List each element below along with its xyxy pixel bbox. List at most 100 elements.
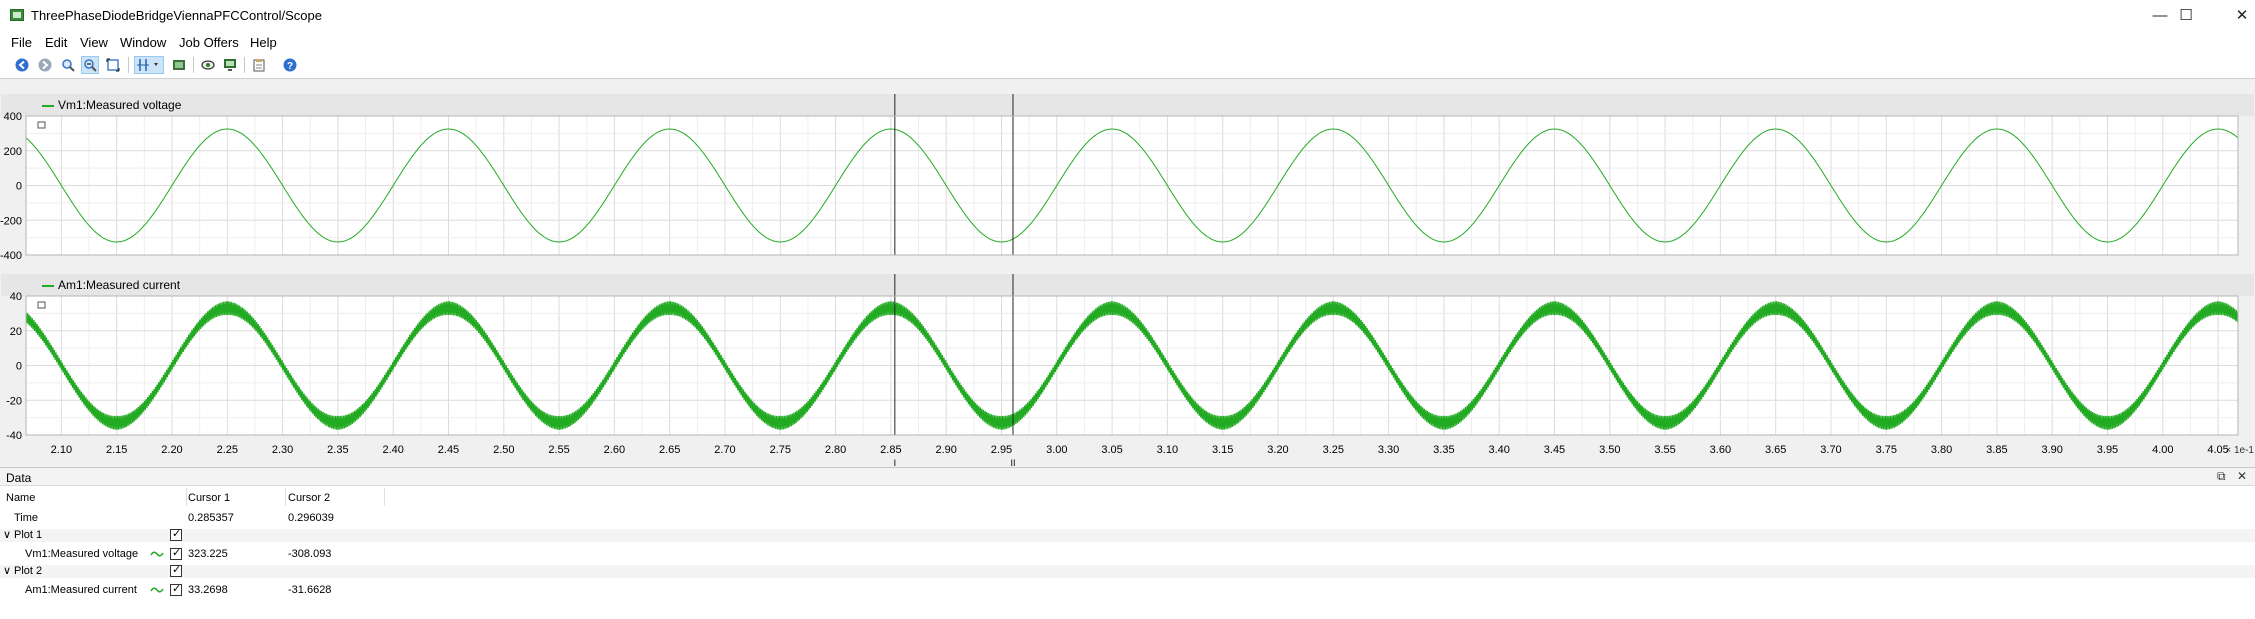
x-tick-label: 3.15 bbox=[1212, 444, 1233, 456]
back-icon[interactable] bbox=[13, 56, 31, 74]
x-tick-label: 3.65 bbox=[1765, 444, 1786, 456]
y-tick-label: 40 bbox=[10, 291, 22, 303]
expand-icon[interactable]: ∨ bbox=[3, 564, 11, 577]
plot2-group-row[interactable] bbox=[0, 565, 2255, 578]
menu-help[interactable]: Help bbox=[250, 35, 277, 50]
close-panel-icon[interactable]: ✕ bbox=[2237, 469, 2247, 483]
x-tick-label: 3.90 bbox=[2041, 444, 2062, 456]
help-icon[interactable]: ? bbox=[281, 56, 299, 74]
x-tick-label: 2.30 bbox=[272, 444, 293, 456]
x-tick-label: 4.00 bbox=[2152, 444, 2173, 456]
scope-window: ThreePhaseDiodeBridgeViennaPFCControl/Sc… bbox=[0, 0, 2255, 619]
x-tick-label: 2.70 bbox=[714, 444, 735, 456]
clipboard-icon[interactable] bbox=[250, 56, 268, 74]
x-tick-label: 3.55 bbox=[1654, 444, 1675, 456]
plot1-signal-checkbox[interactable] bbox=[170, 546, 182, 560]
column-header-name[interactable]: Name bbox=[6, 492, 35, 504]
y-tick-label: 0 bbox=[16, 361, 22, 373]
x-tick-label: 2.15 bbox=[106, 444, 127, 456]
display-icon[interactable] bbox=[221, 56, 239, 74]
plot2-visible-checkbox[interactable] bbox=[170, 563, 182, 577]
plot2-signal-label: Am1:Measured current bbox=[25, 584, 137, 596]
y-tick-label: 400 bbox=[4, 111, 22, 123]
x-tick-label: 2.40 bbox=[382, 444, 403, 456]
window-title: ThreePhaseDiodeBridgeViennaPFCControl/Sc… bbox=[31, 8, 322, 23]
x-tick-label: 3.30 bbox=[1378, 444, 1399, 456]
scope-plots-canvas[interactable]: 4002000-200-40040200-20-402.10 2.15 2.20 2.… bbox=[0, 79, 2255, 468]
menu-window[interactable]: Window bbox=[120, 35, 166, 50]
x-tick-label: 3.50 bbox=[1599, 444, 1620, 456]
plot1-cursor2-value: -308.093 bbox=[288, 548, 332, 560]
dropdown-icon bbox=[154, 63, 158, 66]
x-tick-label: 3.20 bbox=[1267, 444, 1288, 456]
x-tick-label: 3.45 bbox=[1544, 444, 1565, 456]
x-tick-label: 3.05 bbox=[1101, 444, 1122, 456]
y-tick-label: 20 bbox=[10, 326, 22, 338]
x-tick-label: 2.60 bbox=[604, 444, 625, 456]
x-tick-label: 3.00 bbox=[1046, 444, 1067, 456]
y-tick-label: -400 bbox=[0, 250, 22, 262]
toolbar-separator bbox=[193, 57, 194, 73]
y-tick-label: -20 bbox=[6, 395, 22, 407]
x-tick-label: 3.10 bbox=[1157, 444, 1178, 456]
toolbar-separator bbox=[128, 57, 129, 73]
zoom-icon[interactable] bbox=[59, 56, 77, 74]
time-cursor1-value: 0.285357 bbox=[188, 512, 234, 524]
x-tick-label: 3.70 bbox=[1820, 444, 1841, 456]
signal-wave-icon bbox=[150, 551, 164, 557]
x-tick-label: 2.35 bbox=[327, 444, 348, 456]
column-header-cursor2[interactable]: Cursor 2 bbox=[288, 492, 330, 504]
x-tick-label: 2.10 bbox=[51, 444, 72, 456]
plot2-signal-checkbox[interactable] bbox=[170, 582, 182, 596]
cursor-icon[interactable] bbox=[134, 56, 164, 74]
screenshot-icon[interactable] bbox=[170, 56, 188, 74]
menu-job-offers[interactable]: Job Offers bbox=[179, 35, 239, 50]
x-tick-label: 2.75 bbox=[770, 444, 791, 456]
x-tick-label: 3.80 bbox=[1931, 444, 1952, 456]
toolbar-separator bbox=[244, 57, 245, 73]
plot2-cursor2-value: -31.6628 bbox=[288, 584, 332, 596]
x-tick-label: 2.25 bbox=[217, 444, 238, 456]
x-tick-label: 2.55 bbox=[548, 444, 569, 456]
plot1-group-row[interactable] bbox=[0, 529, 2255, 542]
column-divider[interactable] bbox=[186, 488, 187, 506]
y-tick-label: -40 bbox=[6, 430, 22, 442]
expand-icon[interactable]: ∨ bbox=[3, 528, 11, 541]
data-panel-titlebar: Data ⧉ ✕ bbox=[0, 468, 2255, 486]
menu-file[interactable]: File bbox=[11, 35, 32, 50]
menu-edit[interactable]: Edit bbox=[45, 35, 67, 50]
menu-view[interactable]: View bbox=[80, 35, 108, 50]
x-tick-label: 2.45 bbox=[438, 444, 459, 456]
column-divider[interactable] bbox=[384, 488, 385, 506]
data-panel-title: Data bbox=[6, 471, 32, 485]
zoom-fit-icon[interactable] bbox=[104, 56, 122, 74]
time-row-label: Time bbox=[14, 512, 39, 524]
svg-text:?: ? bbox=[287, 61, 293, 72]
x-tick-label: 2.85 bbox=[880, 444, 901, 456]
scope-app-icon bbox=[10, 9, 24, 21]
y-tick-label: 0 bbox=[16, 181, 22, 193]
plot1-visible-checkbox[interactable] bbox=[170, 527, 182, 541]
plot2-cursor1-value: 33.2698 bbox=[188, 584, 228, 596]
close-button[interactable]: ✕ bbox=[2219, 0, 2255, 30]
plot1-cursor1-value: 323.225 bbox=[188, 548, 228, 560]
data-panel: Data ⧉ ✕ Name Cursor 1 Cursor 2 Time 0.2… bbox=[0, 467, 2255, 619]
restore-panel-icon[interactable]: ⧉ bbox=[2217, 469, 2226, 484]
x-tick-label: 2.80 bbox=[825, 444, 846, 456]
visibility-icon[interactable] bbox=[199, 56, 217, 74]
forward-icon[interactable] bbox=[36, 56, 54, 74]
column-header-cursor1[interactable]: Cursor 1 bbox=[188, 492, 230, 504]
x-tick-label: 2.90 bbox=[935, 444, 956, 456]
x-tick-label: 3.75 bbox=[1876, 444, 1897, 456]
y-tick-label: -200 bbox=[0, 215, 22, 227]
maximize-button[interactable]: ☐ bbox=[2163, 0, 2209, 30]
x-tick-label: 2.95 bbox=[991, 444, 1012, 456]
column-divider[interactable] bbox=[285, 488, 286, 506]
plot2-group-label: Plot 2 bbox=[14, 565, 43, 577]
title-bar: ThreePhaseDiodeBridgeViennaPFCControl/Sc… bbox=[0, 0, 2255, 30]
plot-area: Vm1:Measured voltage Am1:Measured curren… bbox=[0, 78, 2255, 468]
x-tick-label: 3.25 bbox=[1323, 444, 1344, 456]
zoom-out-icon[interactable] bbox=[81, 56, 99, 74]
plot1-signal-label: Vm1:Measured voltage bbox=[25, 548, 139, 560]
signal-wave-icon bbox=[150, 587, 164, 593]
